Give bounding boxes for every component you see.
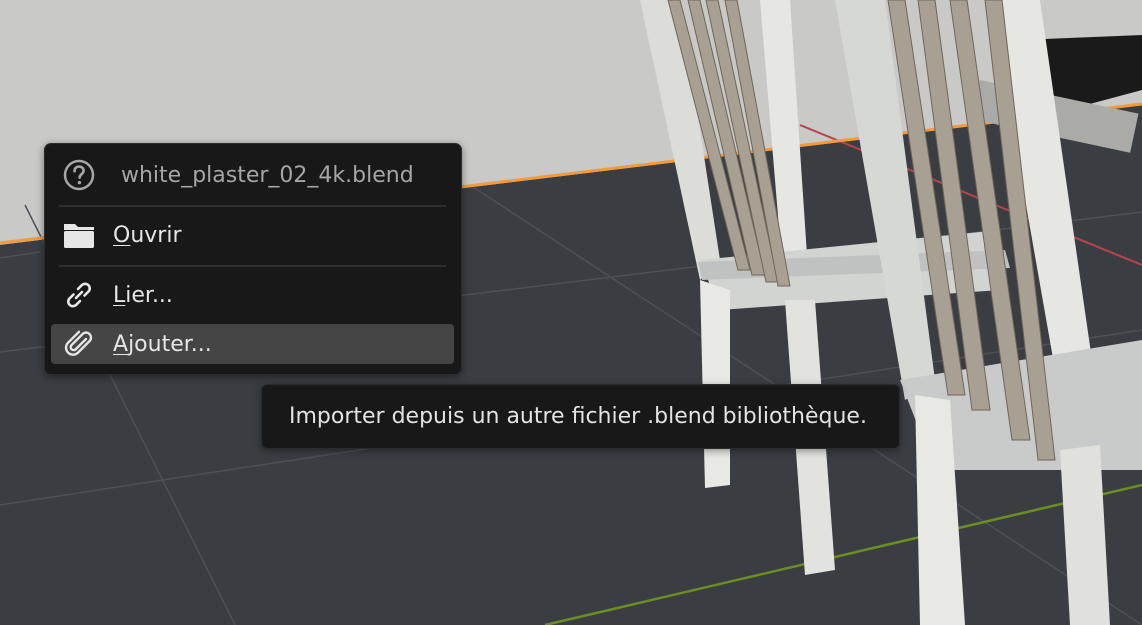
menu-separator (59, 205, 446, 207)
question-icon (61, 157, 97, 193)
menu-header: white_plaster_02_4k.blend (51, 155, 454, 195)
menu-item-label: Lier... (113, 282, 173, 308)
menu-item-append[interactable]: Ajouter... (51, 324, 454, 364)
menu-item-label: Ajouter... (113, 331, 212, 357)
menu-item-label: Ouvrir (113, 222, 182, 248)
paperclip-icon (61, 326, 97, 362)
tooltip-text: Importer depuis un autre fichier .blend … (289, 404, 867, 429)
link-icon (61, 277, 97, 313)
menu-item-open[interactable]: Ouvrir (51, 215, 454, 255)
link-append-context-menu: white_plaster_02_4k.blend Ouvrir Lier... (44, 143, 462, 375)
menu-separator (59, 265, 446, 267)
menu-header-title: white_plaster_02_4k.blend (121, 162, 414, 188)
menu-item-link[interactable]: Lier... (51, 275, 454, 315)
folder-icon (61, 217, 97, 253)
tooltip: Importer depuis un autre fichier .blend … (261, 384, 900, 449)
